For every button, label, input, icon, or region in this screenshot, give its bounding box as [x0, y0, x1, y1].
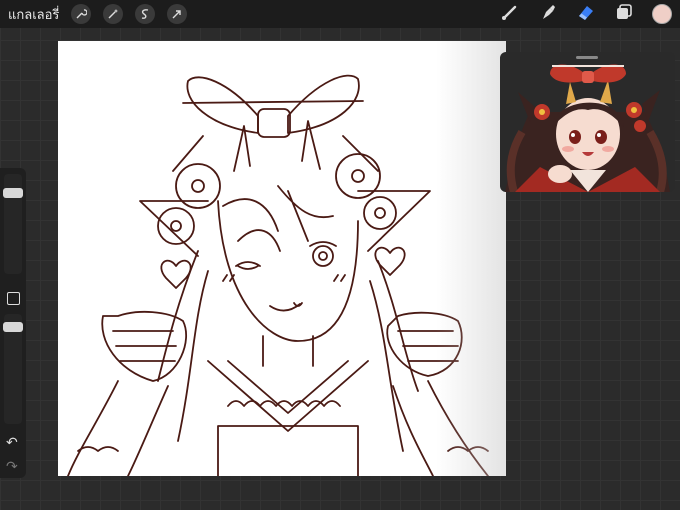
magic-wand-icon[interactable]: [103, 4, 124, 24]
left-sidebar: ↶ ↷: [0, 168, 26, 478]
reference-drag-handle[interactable]: [576, 56, 598, 59]
brush-size-handle[interactable]: [3, 188, 23, 198]
top-toolbar: แกลเลอรี่: [0, 0, 680, 28]
color-picker-swatch[interactable]: [652, 4, 672, 24]
eraser-icon[interactable]: [576, 2, 596, 27]
gallery-button[interactable]: แกลเลอรี่: [8, 4, 59, 25]
wrench-icon[interactable]: [71, 4, 92, 24]
smudge-icon[interactable]: [538, 2, 558, 27]
reference-window[interactable]: [500, 52, 675, 192]
opacity-handle[interactable]: [3, 322, 23, 332]
modify-button[interactable]: [7, 292, 20, 305]
selection-icon[interactable]: [135, 4, 156, 24]
undo-icon[interactable]: ↶: [6, 434, 18, 451]
right-tool-group: [500, 0, 672, 28]
layers-icon[interactable]: [614, 2, 634, 27]
reference-image: [505, 64, 670, 192]
redo-icon[interactable]: ↷: [6, 458, 18, 475]
transform-arrow-icon[interactable]: [167, 4, 188, 24]
brush-icon[interactable]: [500, 2, 520, 27]
canvas-shadow: [436, 41, 506, 476]
drawing-canvas[interactable]: [58, 41, 506, 476]
